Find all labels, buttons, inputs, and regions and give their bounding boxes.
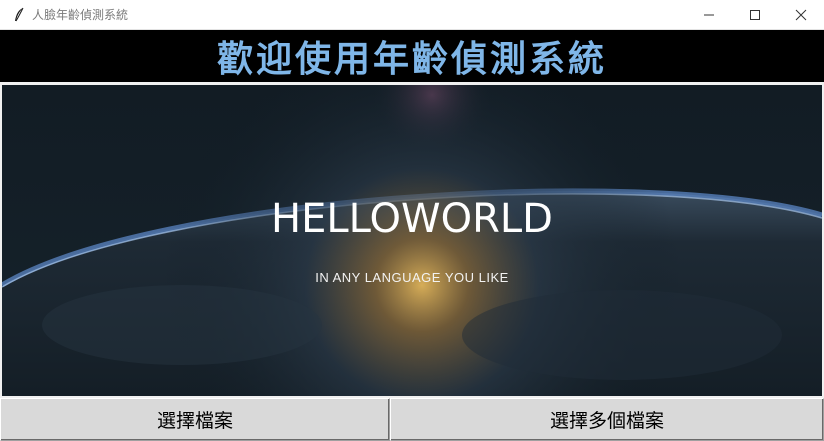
image-display: HELLOWORLD IN ANY LANGUAGE YOU LIKE [2, 85, 822, 396]
select-multiple-files-button[interactable]: 選擇多個檔案 [390, 398, 824, 441]
tagline-text: IN ANY LANGUAGE YOU LIKE [315, 270, 509, 285]
minimize-button[interactable] [686, 0, 732, 30]
maximize-icon [750, 10, 760, 20]
window-titlebar: 人臉年齡偵測系統 [0, 0, 824, 30]
minimize-icon [704, 14, 714, 16]
close-button[interactable] [778, 0, 824, 30]
feather-icon [8, 0, 30, 30]
action-bar: 選擇檔案 選擇多個檔案 [0, 398, 824, 441]
select-file-button[interactable]: 選擇檔案 [0, 398, 390, 441]
window-title: 人臉年齡偵測系統 [32, 8, 129, 22]
close-icon [795, 9, 807, 21]
headline-text: HELLOWORLD [271, 196, 553, 242]
maximize-button[interactable] [732, 0, 778, 30]
welcome-banner: 歡迎使用年齡偵測系統 [0, 30, 824, 82]
page-title: 歡迎使用年齡偵測系統 [216, 39, 607, 80]
